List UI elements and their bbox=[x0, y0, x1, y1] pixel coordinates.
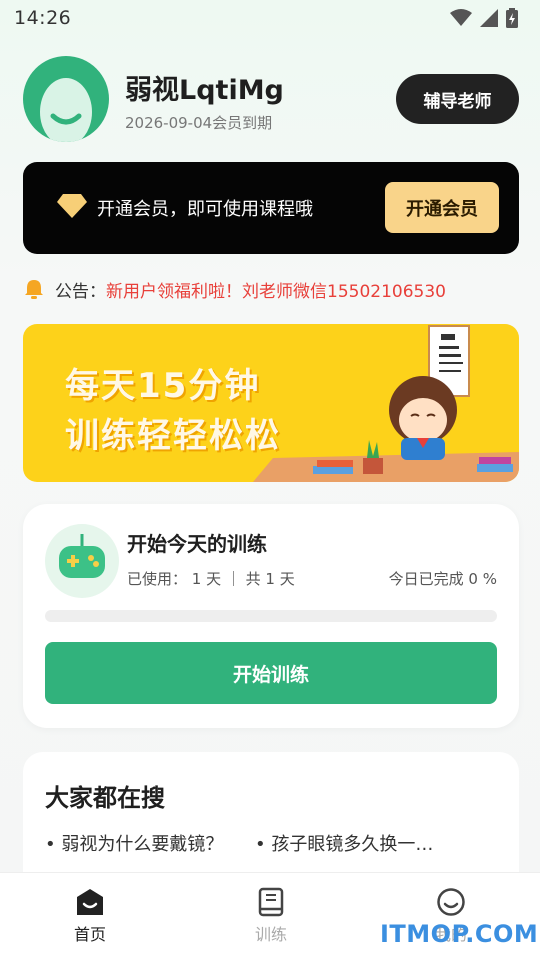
diamond-icon bbox=[57, 194, 87, 218]
tutor-button[interactable]: 辅导老师 bbox=[396, 74, 519, 124]
search-item[interactable]: • 孩子眼镜多久换一… bbox=[255, 830, 433, 856]
notice-label: 公告： bbox=[55, 281, 106, 302]
notice-text: 新用户领福利啦！刘老师微信15502106530 bbox=[106, 281, 446, 302]
status-bar: 14:26 bbox=[0, 0, 540, 36]
promo-banner[interactable]: 每天15分钟 训练轻轻松松 bbox=[23, 324, 519, 482]
tab-home[interactable]: 首页 bbox=[40, 887, 140, 945]
profile-header: 弱视LqtiMg 2026-09-04会员到期 辅导老师 bbox=[23, 56, 519, 146]
book-icon bbox=[258, 887, 284, 917]
search-item[interactable]: • 弱视为什么要戴镜？ bbox=[45, 830, 223, 856]
home-icon bbox=[77, 889, 103, 915]
profile-icon bbox=[437, 888, 465, 916]
tab-home-label: 首页 bbox=[73, 925, 106, 944]
training-card: 开始今天的训练 已使用： 1 天 ｜ 共 1 天 今日已完成 0 % 开始训练 bbox=[23, 504, 519, 728]
wifi-icon bbox=[450, 9, 472, 26]
banner-line-1: 每天15分钟 bbox=[65, 366, 261, 406]
training-progress-bar bbox=[45, 610, 497, 622]
vip-card: 开通会员，即可使用课程哦 开通会员 bbox=[23, 162, 519, 254]
training-title: 开始今天的训练 bbox=[127, 532, 267, 556]
training-used-days: 已使用： 1 天 ｜ 共 1 天 bbox=[127, 570, 295, 588]
gamepad-icon bbox=[59, 534, 105, 578]
avatar-face-icon bbox=[40, 78, 92, 142]
signal-icon bbox=[480, 9, 498, 27]
member-expiry: 2026-09-04会员到期 bbox=[125, 114, 273, 132]
banner-illustration bbox=[253, 325, 519, 482]
popular-search-title: 大家都在搜 bbox=[45, 784, 165, 812]
start-training-button[interactable]: 开始训练 bbox=[45, 642, 497, 704]
notice-bar[interactable]: 公告： 新用户领福利啦！刘老师微信15502106530 bbox=[23, 276, 446, 302]
status-icons bbox=[450, 8, 518, 28]
battery-icon bbox=[506, 8, 518, 28]
watermark: ITMOP.COM bbox=[380, 920, 539, 948]
training-icon-wrap bbox=[45, 524, 119, 598]
training-today-complete: 今日已完成 0 % bbox=[388, 570, 497, 588]
vip-promo-text: 开通会员，即可使用课程哦 bbox=[97, 199, 313, 220]
user-name: 弱视LqtiMg bbox=[125, 75, 284, 106]
open-membership-button[interactable]: 开通会员 bbox=[385, 182, 499, 233]
bell-icon bbox=[25, 280, 43, 299]
status-time: 14:26 bbox=[14, 7, 72, 29]
tab-training-label: 训练 bbox=[254, 925, 287, 944]
avatar[interactable] bbox=[23, 56, 109, 142]
tab-training[interactable]: 训练 bbox=[221, 887, 321, 945]
